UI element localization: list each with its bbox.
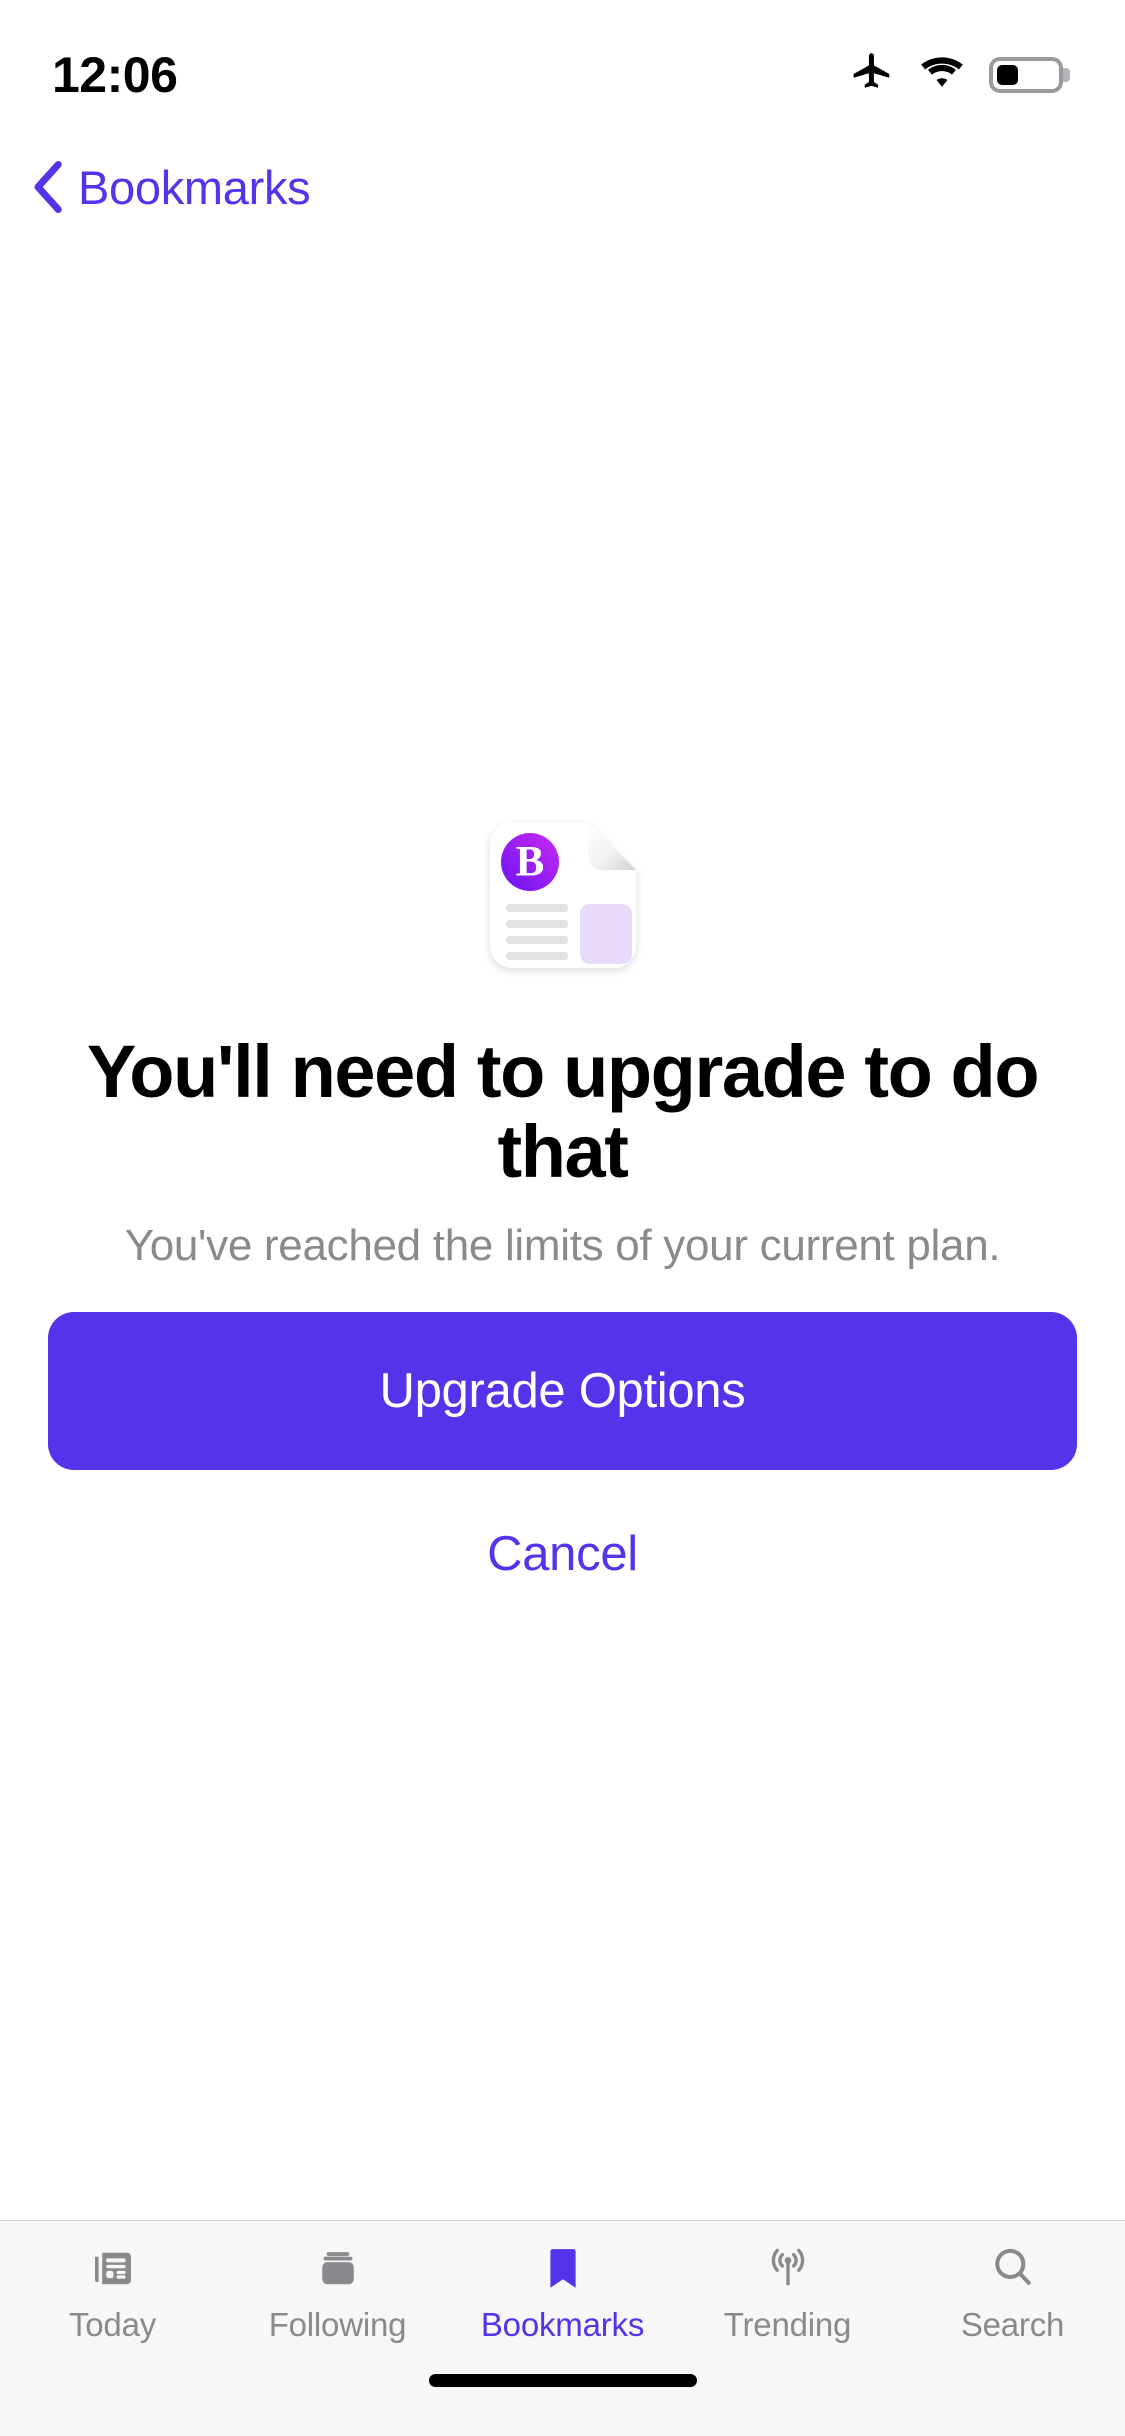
svg-text:B: B xyxy=(515,838,544,885)
status-bar-time: 12:06 xyxy=(52,47,178,103)
empty-state-content: B You'll need to upgrade to do that You'… xyxy=(0,202,1125,2180)
article-document-app-icon: B xyxy=(489,821,636,968)
tab-label-today: Today xyxy=(68,2306,157,2343)
tab-trending[interactable]: Trending xyxy=(675,2221,900,2344)
stacked-cards-icon xyxy=(311,2239,365,2297)
battery-icon xyxy=(989,57,1063,93)
page-subtitle: You've reached the limits of your curren… xyxy=(124,1220,1001,1270)
upgrade-options-button[interactable]: Upgrade Options xyxy=(48,1312,1077,1471)
status-bar-icons xyxy=(849,32,1063,101)
tab-bar: Today Following Bookmarks Trending Searc… xyxy=(0,2220,1125,2368)
tab-label-bookmarks: Bookmarks xyxy=(480,2306,645,2343)
phone-screen: 12:06 Bookmarks B You'll need to upgrade… xyxy=(0,0,1125,2436)
battery-fill xyxy=(997,65,1018,85)
bookmark-icon xyxy=(536,2239,590,2297)
tab-label-following: Following xyxy=(268,2306,407,2343)
tab-following[interactable]: Following xyxy=(225,2221,450,2344)
newspaper-icon xyxy=(86,2239,140,2297)
page-title: You'll need to upgrade to do that xyxy=(86,1029,1040,1193)
home-indicator[interactable] xyxy=(428,2374,697,2387)
tab-label-search: Search xyxy=(960,2306,1065,2343)
home-indicator-area xyxy=(0,2368,1125,2436)
magnifying-glass-icon xyxy=(986,2239,1040,2297)
status-bar: 12:06 xyxy=(0,0,1125,132)
broadcast-icon xyxy=(761,2239,815,2297)
airplane-mode-icon xyxy=(849,50,895,101)
wifi-icon xyxy=(917,53,967,98)
cancel-button[interactable]: Cancel xyxy=(487,1526,638,1582)
tab-search[interactable]: Search xyxy=(900,2221,1125,2344)
tab-today[interactable]: Today xyxy=(0,2221,225,2344)
tab-bookmarks[interactable]: Bookmarks xyxy=(450,2221,675,2344)
tab-label-trending: Trending xyxy=(723,2306,852,2343)
